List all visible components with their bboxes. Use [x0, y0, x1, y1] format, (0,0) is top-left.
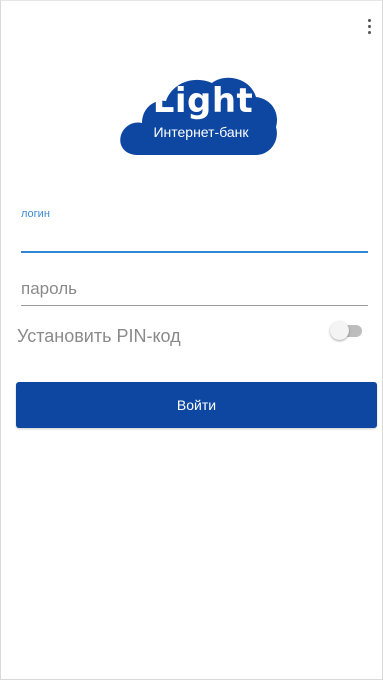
more-vert-icon-dot	[367, 24, 371, 28]
login-input[interactable]	[21, 221, 368, 253]
more-vert-icon	[367, 18, 371, 22]
login-button[interactable]: Войти	[16, 382, 377, 428]
login-field-label: логин	[21, 208, 50, 220]
logo-title: Light	[152, 81, 254, 121]
app-logo: Light Интернет-банк	[116, 71, 282, 157]
login-screen: Light Интернет-банк логин Установить PIN…	[0, 0, 383, 680]
more-options-button[interactable]	[362, 13, 376, 39]
set-pin-toggle[interactable]	[330, 321, 364, 341]
set-pin-label: Установить PIN-код	[17, 326, 181, 346]
logo-subtitle: Интернет-банк	[153, 124, 249, 140]
toggle-thumb	[330, 321, 349, 340]
password-input[interactable]	[21, 273, 368, 306]
more-vert-icon-dot	[367, 30, 371, 34]
